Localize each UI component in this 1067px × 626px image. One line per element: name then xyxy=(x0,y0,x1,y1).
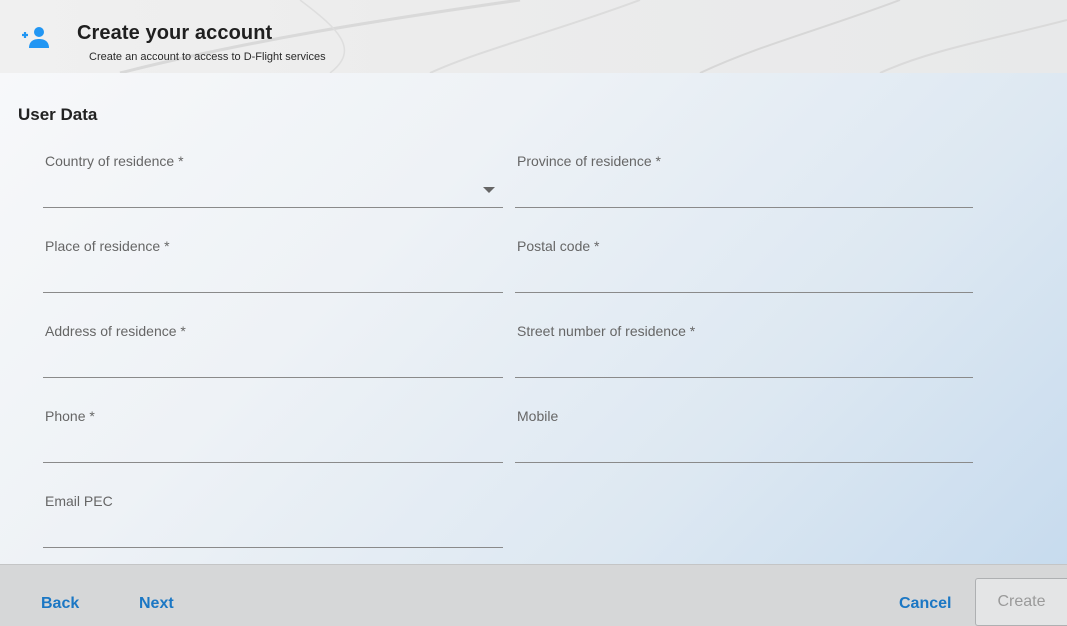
postal-input[interactable] xyxy=(515,252,973,293)
form-panel: User Data Country of residence * Provinc… xyxy=(0,73,1067,564)
back-button[interactable]: Back xyxy=(41,595,79,613)
street-field[interactable]: Street number of residence * xyxy=(515,323,973,393)
page-subtitle: Create an account to access to D-Flight … xyxy=(89,51,326,63)
footer-bar: Back Next Cancel Create xyxy=(0,564,1067,626)
mobile-input[interactable] xyxy=(515,422,973,463)
country-select[interactable] xyxy=(43,167,503,208)
page-title: Create your account xyxy=(77,22,273,44)
address-field[interactable]: Address of residence * xyxy=(43,323,503,393)
section-title: User Data xyxy=(18,105,98,124)
country-field[interactable]: Country of residence * xyxy=(43,153,503,223)
street-input[interactable] xyxy=(515,337,973,378)
phone-field[interactable]: Phone * xyxy=(43,408,503,478)
province-input[interactable] xyxy=(515,167,973,208)
province-field[interactable]: Province of residence * xyxy=(515,153,973,223)
postal-field[interactable]: Postal code * xyxy=(515,238,973,308)
create-button[interactable]: Create xyxy=(975,578,1067,626)
address-input[interactable] xyxy=(43,337,503,378)
pec-input[interactable] xyxy=(43,507,503,548)
chevron-down-icon[interactable] xyxy=(483,187,495,193)
pec-field[interactable]: Email PEC xyxy=(43,493,503,563)
place-field[interactable]: Place of residence * xyxy=(43,238,503,308)
add-user-icon xyxy=(22,27,49,48)
place-input[interactable] xyxy=(43,252,503,293)
cancel-button[interactable]: Cancel xyxy=(899,595,951,613)
phone-input[interactable] xyxy=(43,422,503,463)
next-button[interactable]: Next xyxy=(139,595,174,613)
mobile-field[interactable]: Mobile xyxy=(515,408,973,478)
header: Create your account Create an account to… xyxy=(0,0,1067,73)
